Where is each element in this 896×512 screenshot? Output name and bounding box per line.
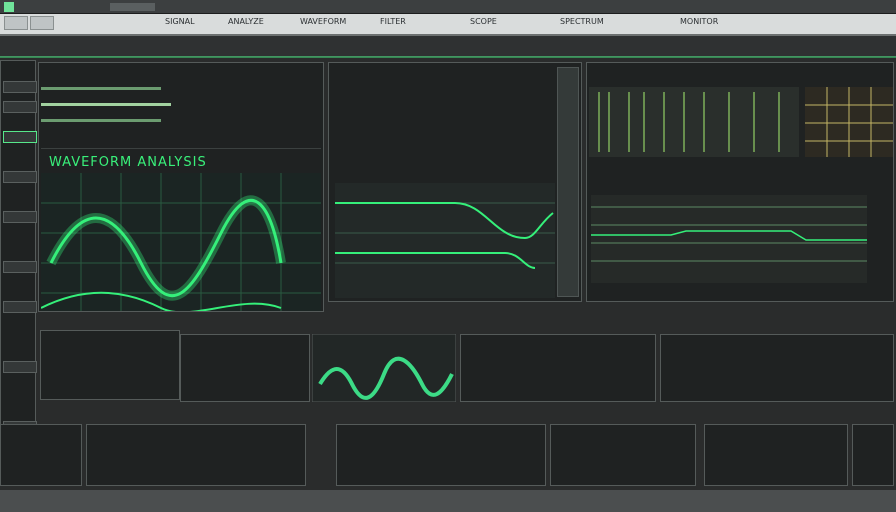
- toolbar-item-filter[interactable]: FILTER: [380, 17, 406, 27]
- sidebar-button[interactable]: [3, 301, 37, 313]
- bottom-panel-1[interactable]: [0, 424, 82, 486]
- bottom-panel-3[interactable]: [336, 424, 546, 486]
- toolbar-button-edit[interactable]: [30, 16, 54, 30]
- toolbar-item-scope[interactable]: SCOPE: [470, 17, 497, 27]
- strip-divider: [0, 56, 896, 58]
- bottom-panel-6[interactable]: [852, 424, 894, 486]
- thumbnail-panel-1[interactable]: [40, 330, 180, 400]
- spectrum-panel: [586, 62, 894, 302]
- left-sidebar: [0, 60, 37, 480]
- sidebar-button[interactable]: [3, 171, 37, 183]
- sidebar-button[interactable]: [3, 211, 37, 223]
- scope-scrollbar[interactable]: [557, 67, 579, 297]
- toolbar-item-waveform[interactable]: WAVEFORM: [300, 17, 346, 27]
- grid-icon: [805, 87, 893, 157]
- toolbar-item-analyze[interactable]: ANALYZE: [228, 17, 264, 27]
- bottom-panel-2[interactable]: [86, 424, 306, 486]
- thumbnail-panel-5[interactable]: [660, 334, 894, 402]
- sidebar-button[interactable]: [3, 361, 37, 373]
- readout-row: [41, 103, 171, 106]
- spectrum-plot[interactable]: [591, 195, 867, 283]
- toolbar-item-signal[interactable]: SIGNAL: [165, 17, 195, 27]
- toolbar-button-file[interactable]: [4, 16, 28, 30]
- toolbar-item-spectrum[interactable]: SPECTRUM: [560, 17, 604, 27]
- secondary-toolbar: [0, 36, 896, 58]
- bottom-panel-4[interactable]: [550, 424, 696, 486]
- readout-row: [41, 119, 161, 122]
- bar-meter-icon: [589, 87, 799, 157]
- main-toolbar: SIGNAL ANALYZE WAVEFORM FILTER SCOPE SPE…: [0, 14, 896, 36]
- main-panel-title: WAVEFORM ANALYSIS: [49, 155, 207, 170]
- bottom-status-bar: [0, 490, 896, 512]
- sidebar-button[interactable]: [3, 101, 37, 113]
- sidebar-button[interactable]: [3, 131, 37, 143]
- thumbnail-panel-2[interactable]: [180, 334, 310, 402]
- panel-header-area: [41, 69, 321, 149]
- sidebar-button[interactable]: [3, 261, 37, 273]
- readout-row: [41, 87, 161, 90]
- window-title-bar: [0, 0, 896, 14]
- app-icon: [4, 2, 14, 12]
- toolbar-item-monitor[interactable]: MONITOR: [680, 17, 718, 27]
- main-waveform-panel: WAVEFORM ANALYSIS: [38, 62, 324, 312]
- waveform-icon[interactable]: [312, 334, 456, 402]
- scope-panel: [328, 62, 582, 302]
- main-waveform-plot[interactable]: [41, 173, 321, 311]
- bottom-panel-5[interactable]: [704, 424, 848, 486]
- scope-plot[interactable]: [335, 183, 555, 298]
- window-controls[interactable]: [110, 3, 155, 11]
- sidebar-button[interactable]: [3, 81, 37, 93]
- thumbnail-panel-4[interactable]: [460, 334, 656, 402]
